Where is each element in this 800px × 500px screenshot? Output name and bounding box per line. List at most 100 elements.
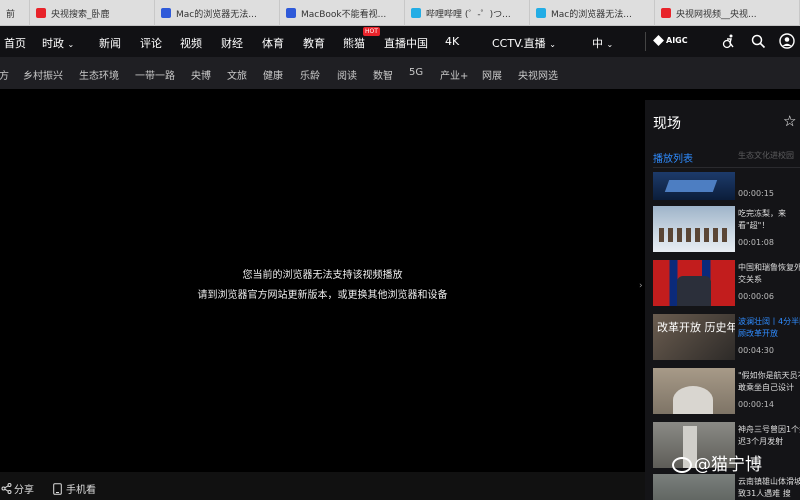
nav-4k[interactable]: 4K	[445, 35, 459, 48]
nav-panda[interactable]: 熊猫 HOT	[343, 27, 380, 51]
video-thumbnail	[653, 206, 735, 252]
cctv-icon	[36, 8, 46, 18]
mobile-view-button[interactable]: 手机看	[53, 481, 96, 496]
playlist-item[interactable]: 云南镇雄山体滑坡致31人遇难 搜	[653, 474, 800, 500]
aigc-label: AIGC	[666, 36, 688, 45]
main-nav: 首页 时政 ⌄ 新闻 评论 视频 财经 体育 教育 熊猫 HOT 直播中国 4K …	[0, 26, 800, 57]
subnav-item[interactable]: 阅读	[337, 67, 357, 82]
user-icon[interactable]	[779, 33, 795, 49]
player-message-line1: 您当前的浏览器无法支持该视频播放	[242, 270, 403, 281]
aigc-icon	[653, 35, 664, 46]
video-title: 云南镇雄山体滑坡致31人遇难 搜	[738, 477, 800, 498]
nav-education[interactable]: 教育	[303, 35, 325, 51]
nav-cctv-live[interactable]: CCTV.直播 ⌄	[492, 35, 556, 51]
search-icon[interactable]	[751, 34, 766, 49]
video-title: 神舟三号曾因1个推迟3个月发射	[738, 425, 800, 446]
video-player[interactable]: 您当前的浏览器无法支持该视频播放 请到浏览器官方网站更新版本，或更换其他浏览器和…	[0, 100, 645, 472]
video-duration: 00:01:08	[738, 238, 774, 247]
browser-tab[interactable]: 央视网视频__央视...	[655, 0, 800, 26]
watermark-text: @猫宁博	[694, 455, 762, 475]
baidu-icon	[161, 8, 171, 18]
nav-divider	[645, 32, 646, 51]
browser-tab[interactable]: MacBook不能看视...	[280, 0, 405, 26]
video-title: 生态文化进校园	[738, 151, 794, 160]
playlist-item[interactable]: 生态文化进校园 00:00:15	[653, 151, 800, 200]
browser-tab-label: 前	[6, 9, 16, 20]
baidu-icon	[286, 8, 296, 18]
subnav-item[interactable]: 央博	[191, 67, 211, 82]
video-thumbnail	[653, 172, 735, 200]
subnav-item[interactable]: 5G	[409, 67, 423, 78]
subnav-item[interactable]: 一带一路	[135, 67, 175, 82]
browser-tab-label: MacBook不能看视...	[301, 9, 387, 20]
subnav-item[interactable]: 产业+	[440, 67, 468, 82]
star-icon[interactable]: ☆	[783, 112, 796, 130]
subnav-item[interactable]: 乐龄	[300, 67, 320, 82]
video-thumbnail	[653, 260, 735, 306]
sub-nav: 方 乡村振兴 生态环境 一带一路 央博 文旅 健康 乐龄 阅读 数智 5G 产业…	[0, 57, 800, 89]
playlist-item[interactable]: 吃完冻梨，来看"超"！ 00:01:08	[653, 206, 800, 254]
chevron-down-icon: ⌄	[549, 40, 556, 49]
video-thumbnail	[653, 368, 735, 414]
thumbnail-graphic	[664, 180, 718, 192]
browser-tab-label: Mac的浏览器无法...	[176, 9, 257, 20]
nav-sports[interactable]: 体育	[262, 35, 284, 51]
subnav-item[interactable]: 方	[0, 67, 9, 82]
nav-home[interactable]: 首页	[4, 35, 26, 51]
nav-news[interactable]: 新闻	[99, 35, 121, 51]
video-duration: 00:00:06	[738, 292, 774, 301]
video-thumbnail: 改革开放 历史年表	[653, 314, 735, 360]
browser-tab[interactable]: Mac的浏览器无法...	[155, 0, 280, 26]
playlist-item[interactable]: 中国和瑞鲁恢复外交关系 00:00:06	[653, 260, 800, 308]
mobile-label: 手机看	[66, 485, 96, 496]
subnav-item[interactable]: 乡村振兴	[23, 67, 63, 82]
chevron-down-icon: ⌄	[67, 40, 75, 49]
live-sidebar: 现场 ☆ 播放列表 生态文化进校园 00:00:15 吃完冻梨，来看"超"！ 0…	[645, 100, 800, 500]
video-duration: 00:04:30	[738, 346, 774, 355]
browser-tab[interactable]: 央视搜索_卧鹿	[30, 0, 155, 26]
accessibility-icon[interactable]	[722, 34, 737, 49]
nav-politics[interactable]: 时政 ⌄	[42, 35, 74, 51]
aigc-logo[interactable]: AIGC	[653, 35, 688, 46]
subnav-item[interactable]: 生态环境	[79, 67, 119, 82]
browser-tab-label: Mac的浏览器无法...	[551, 9, 632, 20]
nav-language[interactable]: 中 ⌄	[592, 35, 613, 51]
nav-video[interactable]: 视频	[180, 35, 202, 51]
browser-tab[interactable]: 前	[0, 0, 30, 26]
share-label: 分享	[14, 485, 34, 496]
subnav-item[interactable]: 央视网选	[518, 67, 558, 82]
thumbnail-graphic	[659, 228, 729, 242]
share-icon	[1, 483, 12, 494]
video-duration: 00:00:15	[738, 189, 774, 198]
bilibili-icon	[411, 8, 421, 18]
sidebar-title: 现场	[653, 116, 681, 132]
player-bottom-bar: 分享 手机看	[0, 472, 645, 500]
nav-cctv-live-label: CCTV.直播	[492, 37, 546, 50]
subnav-item[interactable]: 文旅	[227, 67, 247, 82]
bilibili-icon	[536, 8, 546, 18]
player-message-line2: 请到浏览器官方网站更新版本，或更换其他浏览器和设备	[197, 290, 448, 301]
video-thumbnail	[653, 474, 735, 500]
watermark-icon	[672, 457, 692, 473]
nav-panda-label: 熊猫	[343, 37, 365, 50]
subnav-item[interactable]: 网展	[482, 67, 502, 82]
nav-finance[interactable]: 财经	[221, 35, 243, 51]
chevron-down-icon: ⌄	[606, 40, 614, 49]
nav-live-china[interactable]: 直播中国	[384, 35, 428, 51]
browser-tab[interactable]: Mac的浏览器无法...	[530, 0, 655, 26]
nav-comment[interactable]: 评论	[140, 35, 162, 51]
browser-tab-label: 哔哩哔哩 (゜-゜)つ...	[426, 9, 511, 20]
phone-icon	[53, 482, 62, 495]
chevron-right-icon[interactable]: ›	[639, 281, 643, 291]
playlist-item[interactable]: "假如你是航天员不敢乘坐自己设计 00:00:14	[653, 368, 800, 416]
thumbnail-graphic	[677, 276, 711, 306]
subnav-item[interactable]: 数智	[373, 67, 393, 82]
cctv-icon	[661, 8, 671, 18]
subnav-item[interactable]: 健康	[263, 67, 283, 82]
playlist-item[interactable]: 改革开放 历史年表 波澜壮阔丨4分半回顾改革开放 00:04:30	[653, 314, 800, 362]
browser-tab-label: 央视网视频__央视...	[676, 9, 757, 20]
browser-tab-label: 央视搜索_卧鹿	[51, 9, 110, 20]
video-duration: 00:00:14	[738, 400, 774, 409]
share-button[interactable]: 分享	[1, 481, 34, 496]
browser-tab[interactable]: 哔哩哔哩 (゜-゜)つ...	[405, 0, 530, 26]
